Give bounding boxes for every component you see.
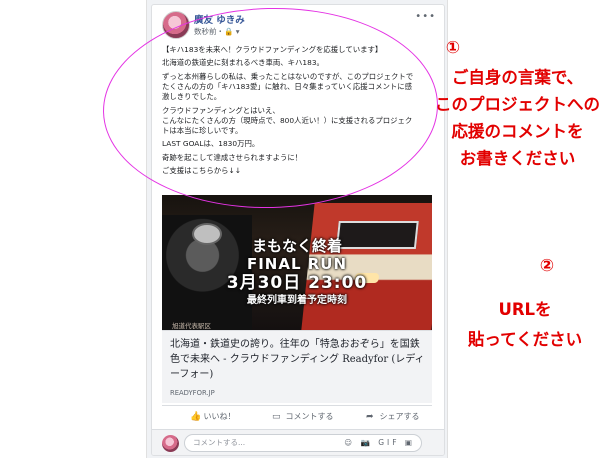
share-button[interactable]: ➦ シェアする bbox=[366, 411, 420, 422]
share-icon: ➦ bbox=[366, 412, 374, 422]
preview-strip-label: 旭道代表駅区 bbox=[172, 322, 211, 330]
overlay-line-1: まもなく終着 bbox=[251, 237, 342, 255]
post-actions: 👍 いいね！ ▭ コメントする ➦ シェアする bbox=[162, 405, 432, 428]
post-body-line: 北海道の鉄道史に刻まれるべき車両、キハ183。 bbox=[162, 58, 324, 68]
post-body-line: クラウドファンディングとはいえ、 こんなにたくさんの方（現時点で、800人近い！… bbox=[162, 105, 413, 135]
user-name[interactable]: 廣友 ゆきみ bbox=[194, 12, 245, 26]
annotation-text-1: ご自身の言葉で、 このプロジェクトへの 応援のコメントを お書きください bbox=[420, 64, 610, 172]
more-options-icon[interactable]: ••• bbox=[415, 11, 436, 22]
comment-input[interactable]: コメントする... ☺ 📷 GIF ▣ bbox=[184, 434, 422, 452]
post-header: 廣友 ゆきみ 数秒前・🔒 ▾ ••• bbox=[162, 11, 436, 41]
like-label: いいね！ bbox=[203, 412, 236, 421]
comment-label: コメントする bbox=[285, 412, 334, 421]
post-body-line: LAST GOALは、1830万円。 bbox=[162, 139, 260, 149]
comment-tool-icons[interactable]: ☺ 📷 GIF ▣ bbox=[344, 435, 415, 451]
annotation-1-line: 応援のコメントを bbox=[451, 122, 584, 141]
annotation-1-line: このプロジェクトへの bbox=[435, 95, 600, 114]
overlay-line-2: FINAL RUN bbox=[246, 255, 348, 273]
thumbs-up-icon: 👍 bbox=[190, 412, 202, 422]
comment-icon: ▭ bbox=[272, 412, 281, 422]
annotation-1-line: お書きください bbox=[459, 149, 576, 168]
annotation-marker-1: ① bbox=[445, 38, 461, 58]
annotation-2-line: URLを bbox=[498, 300, 552, 319]
annotation-1-line: ご自身の言葉で、 bbox=[451, 68, 584, 87]
annotation-2-line: 貼ってください bbox=[467, 330, 583, 349]
link-preview-image[interactable]: まもなく終着 FINAL RUN 3月30日 23:00 最終列車到着予定時刻 … bbox=[162, 195, 432, 330]
avatar[interactable] bbox=[162, 11, 190, 39]
post-body-line: ずっと本州暮らしの私は、乗ったことはないのですが、このプロジェクトで たくさんの… bbox=[162, 71, 414, 102]
overlay-line-4: 最終列車到着予定時刻 bbox=[247, 295, 347, 306]
overlay-line-3: 3月30日 23:00 bbox=[226, 273, 368, 293]
annotation-marker-2: ② bbox=[539, 256, 555, 276]
link-preview-box[interactable]: 北海道・鉄道史の誇り。往年の「特急おおぞら」を国鉄色で未来へ - クラウドファン… bbox=[162, 330, 432, 403]
comment-button[interactable]: ▭ コメントする bbox=[272, 411, 334, 422]
commenter-avatar bbox=[162, 435, 179, 452]
comment-row: コメントする... ☺ 📷 GIF ▣ bbox=[152, 429, 444, 455]
post-meta[interactable]: 数秒前・🔒 ▾ bbox=[194, 26, 240, 37]
post-body-line: 【キハ183を未来へ！クラウドファンディングを応援しています】 bbox=[162, 45, 383, 54]
facebook-post-column: 廣友 ゆきみ 数秒前・🔒 ▾ ••• 【キハ183を未来へ！クラウドファンディン… bbox=[146, 0, 448, 458]
post-body-line: 奇跡を起こして達成させられますように！ bbox=[162, 152, 303, 162]
comment-placeholder: コメントする... bbox=[193, 438, 246, 447]
share-label: シェアする bbox=[379, 412, 420, 421]
post-card: 廣友 ゆきみ 数秒前・🔒 ▾ ••• 【キハ183を未来へ！クラウドファンディン… bbox=[151, 4, 445, 456]
preview-overlay-text: まもなく終着 FINAL RUN 3月30日 23:00 最終列車到着予定時刻 bbox=[162, 237, 432, 308]
left-background bbox=[0, 0, 150, 458]
link-domain: READYFOR.JP bbox=[170, 389, 215, 397]
like-button[interactable]: 👍 いいね！ bbox=[190, 411, 236, 422]
link-title[interactable]: 北海道・鉄道史の誇り。往年の「特急おおぞら」を国鉄色で未来へ - クラウドファン… bbox=[170, 337, 426, 382]
annotation-text-2: URLを 貼ってください bbox=[440, 295, 610, 355]
post-body: 【キハ183を未来へ！クラウドファンディングを応援しています】 北海道の鉄道史に… bbox=[162, 45, 434, 180]
post-body-line: ご支援はこちらから↓↓ bbox=[162, 166, 241, 176]
